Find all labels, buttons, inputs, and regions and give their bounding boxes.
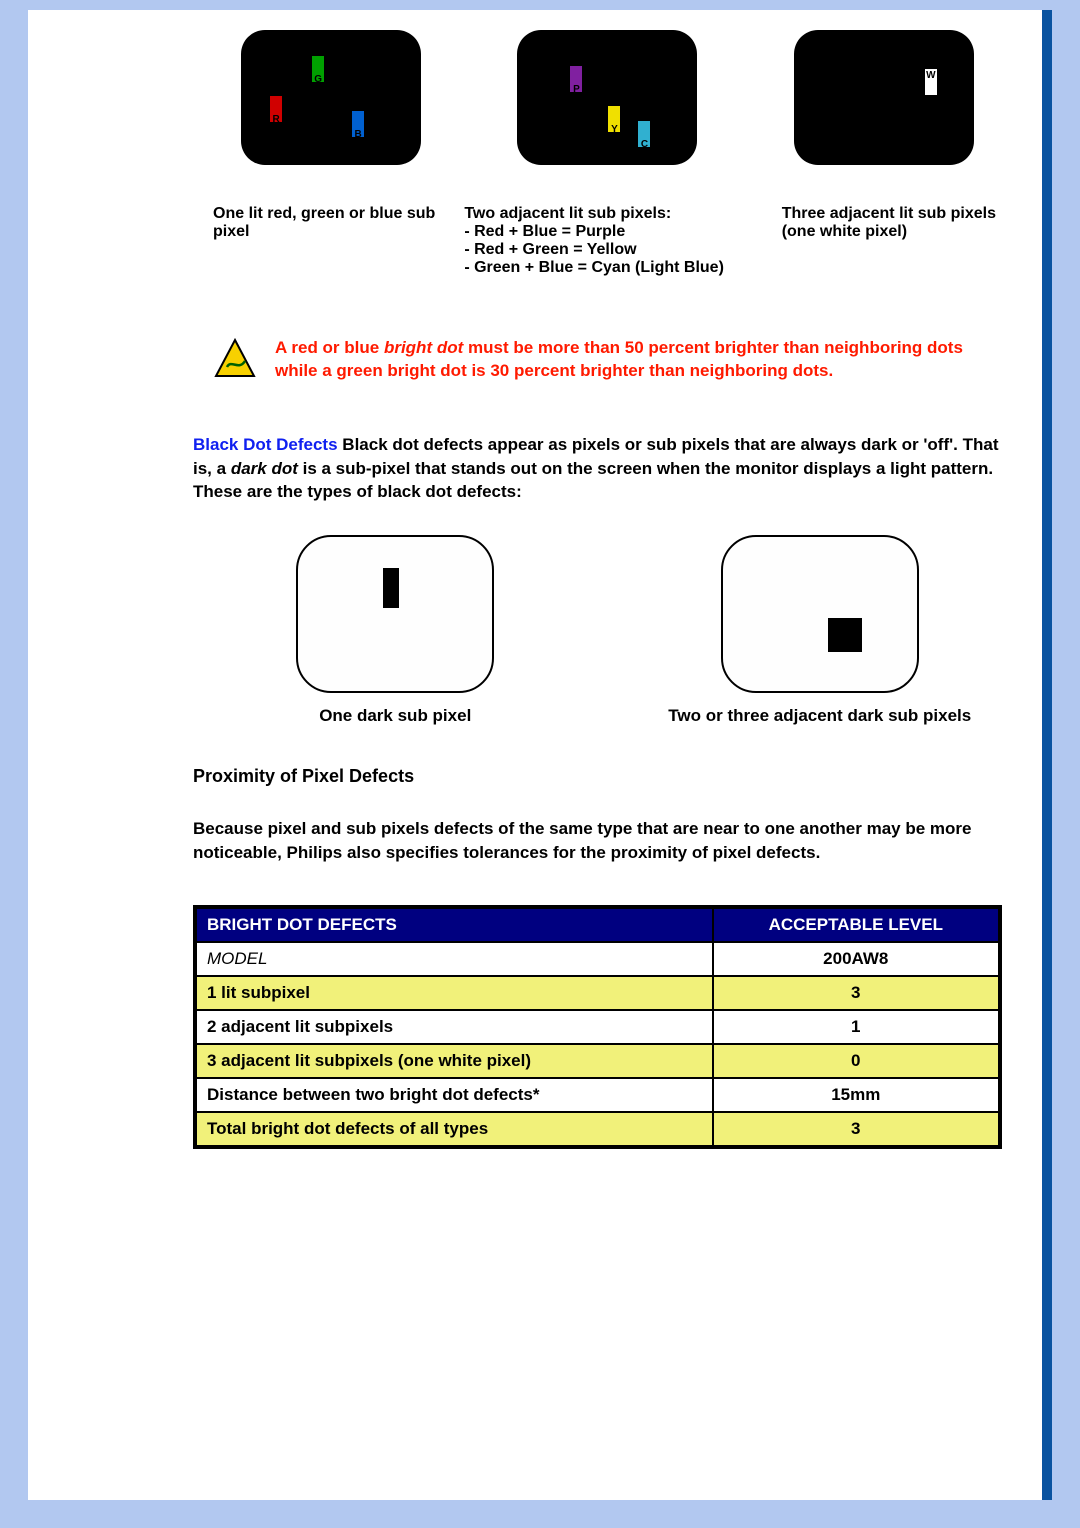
note-part1: A red or blue [275, 338, 384, 357]
subpixel-red: R [269, 95, 283, 123]
bright-dot-defects-table: BRIGHT DOT DEFECTS ACCEPTABLE LEVEL MODE… [193, 905, 1002, 1149]
table-cell-label: MODEL [195, 942, 713, 976]
caption-two-line1: - Red + Blue = Purple [464, 223, 761, 241]
black-dot-text-b: is a sub-pixel that stands out on the sc… [193, 459, 993, 502]
bright-dot-note: A red or blue bright dot must be more th… [213, 337, 1002, 383]
bright-dot-figures-row: R G B P Y C W [213, 30, 1002, 165]
table-cell-value: 3 [713, 976, 1000, 1010]
subpixel-yellow: Y [607, 105, 621, 133]
figure-three-subpixels: W [766, 30, 1002, 165]
black-dot-italic: dark dot [231, 459, 298, 478]
tile-pyc: P Y C [517, 30, 697, 165]
label-c: C [641, 139, 648, 150]
figure-two-subpixels: P Y C [489, 30, 725, 165]
note-italic: bright dot [384, 338, 463, 357]
warning-icon [213, 337, 257, 381]
subpixel-purple: P [569, 65, 583, 93]
label-w: W [926, 70, 935, 81]
page-root: R G B P Y C W One lit red, green or bl [0, 0, 1080, 1528]
tile-rgb: R G B [241, 30, 421, 165]
table-row: Total bright dot defects of all types3 [195, 1112, 1000, 1147]
content-panel: R G B P Y C W One lit red, green or bl [28, 10, 1052, 1500]
table-cell-value: 15mm [713, 1078, 1000, 1112]
table-body: MODEL200AW81 lit subpixel32 adjacent lit… [195, 942, 1000, 1147]
label-g: G [314, 74, 322, 85]
proximity-text: Because pixel and sub pixels defects of … [193, 817, 1002, 865]
table-header-defects: BRIGHT DOT DEFECTS [195, 907, 713, 942]
table-row: MODEL200AW8 [195, 942, 1000, 976]
label-r: R [273, 114, 280, 125]
table-cell-value: 3 [713, 1112, 1000, 1147]
bright-dot-captions: One lit red, green or blue sub pixel Two… [213, 205, 1002, 277]
caption-two-line3: - Green + Blue = Cyan (Light Blue) [464, 259, 761, 277]
table-cell-label: 1 lit subpixel [195, 976, 713, 1010]
table-cell-value: 0 [713, 1044, 1000, 1078]
note-text: A red or blue bright dot must be more th… [275, 337, 1002, 383]
proximity-heading: Proximity of Pixel Defects [193, 766, 1002, 787]
table-cell-label: 2 adjacent lit subpixels [195, 1010, 713, 1044]
caption-two-three-dark: Two or three adjacent dark sub pixels [638, 706, 1003, 726]
label-y: Y [611, 124, 618, 135]
subpixel-cyan: C [637, 120, 651, 148]
subpixel-green: G [311, 55, 325, 83]
table-cell-value: 1 [713, 1010, 1000, 1044]
table-row: 3 adjacent lit subpixels (one white pixe… [195, 1044, 1000, 1078]
caption-two-line2: - Red + Green = Yellow [464, 241, 761, 259]
label-b: B [355, 129, 362, 140]
subpixel-white: W [924, 68, 938, 96]
table-row: Distance between two bright dot defects*… [195, 1078, 1000, 1112]
subpixel-blue: B [351, 110, 365, 138]
black-dot-heading: Black Dot Defects [193, 435, 338, 454]
table-row: 2 adjacent lit subpixels1 [195, 1010, 1000, 1044]
caption-one-dark: One dark sub pixel [213, 706, 578, 726]
black-dot-paragraph: Black Dot Defects Black dot defects appe… [193, 433, 1002, 504]
label-p: P [573, 84, 580, 95]
tile-white: W [794, 30, 974, 165]
table-header-level: ACCEPTABLE LEVEL [713, 907, 1000, 942]
figure-one-subpixel: R G B [213, 30, 449, 165]
caption-two-head: Two adjacent lit sub pixels: [464, 205, 761, 223]
table-cell-label: 3 adjacent lit subpixels (one white pixe… [195, 1044, 713, 1078]
table-row: 1 lit subpixel3 [195, 976, 1000, 1010]
black-dot-figures-row [213, 534, 1002, 694]
figure-two-three-dark [720, 534, 920, 694]
black-dot-captions: One dark sub pixel Two or three adjacent… [213, 706, 1002, 726]
caption-two-subpixels: Two adjacent lit sub pixels: - Red + Blu… [464, 205, 761, 277]
figure-one-dark [295, 534, 495, 694]
caption-three-subpixels: Three adjacent lit sub pixels (one white… [782, 205, 1002, 277]
table-cell-value: 200AW8 [713, 942, 1000, 976]
table-cell-label: Total bright dot defects of all types [195, 1112, 713, 1147]
caption-one-subpixel: One lit red, green or blue sub pixel [213, 205, 444, 277]
table-cell-label: Distance between two bright dot defects* [195, 1078, 713, 1112]
